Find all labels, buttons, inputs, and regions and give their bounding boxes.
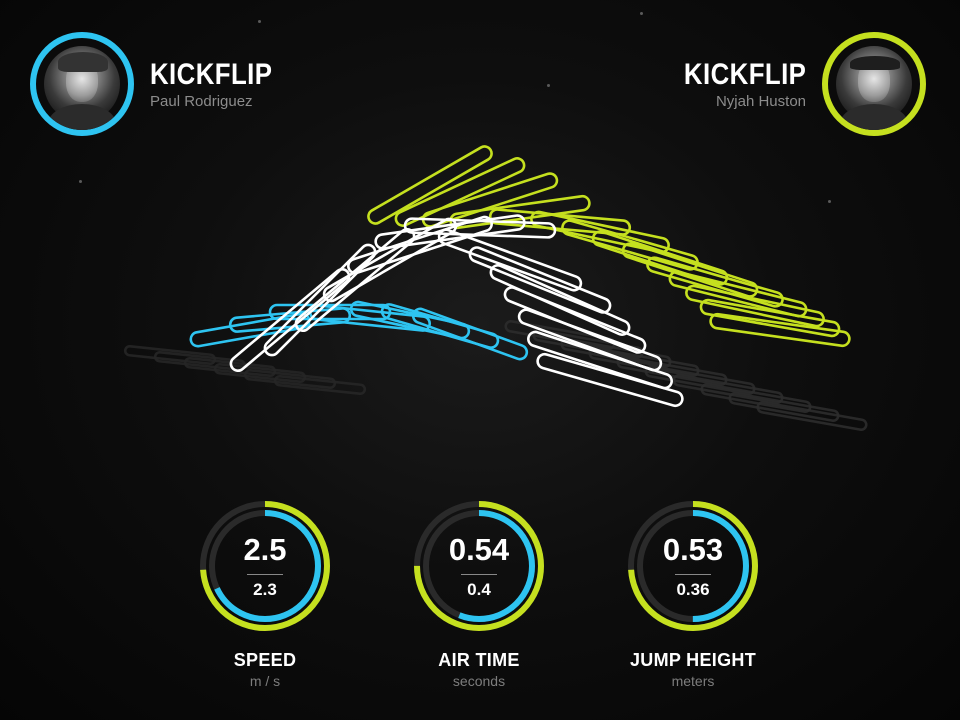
air-time-unit: seconds [452, 673, 506, 689]
skater-left-trick: KICKFLIP [150, 57, 273, 91]
air-time-value-primary: 0.54 [448, 532, 510, 567]
skater-right-avatar [822, 32, 926, 136]
metric-speed: 2.5 2.3 SPEED m / s [185, 500, 345, 689]
jump-height-value-secondary: 0.36 [676, 580, 710, 599]
metric-air-time: 0.54 0.4 AIR TIME seconds [399, 500, 559, 689]
air-time-label: AIR TIME [438, 650, 520, 670]
value-divider [675, 574, 711, 575]
jump-height-value-primary: 0.53 [662, 532, 724, 567]
speed-gauge: 2.5 2.3 [199, 500, 331, 632]
speed-value-primary: 2.5 [243, 532, 287, 567]
skater-left-name: Paul Rodriguez [150, 92, 253, 110]
speed-unit: m / s [249, 673, 281, 689]
value-divider [247, 574, 283, 575]
air-time-value-secondary: 0.4 [467, 580, 491, 599]
air-time-gauge: 0.54 0.4 [413, 500, 545, 632]
jump-height-gauge: 0.53 0.36 [627, 500, 759, 632]
white-board-outline [468, 246, 612, 314]
jump-height-label: JUMP HEIGHT [630, 650, 756, 670]
skater-right: KICKFLIP Nyjah Huston [648, 32, 926, 136]
jump-height-unit: meters [671, 673, 715, 689]
skater-left: KICKFLIP Paul Rodriguez [30, 32, 308, 136]
metric-jump-height: 0.53 0.36 JUMP HEIGHT meters [613, 500, 773, 689]
skater-right-trick: KICKFLIP [683, 57, 806, 91]
value-divider [461, 574, 497, 575]
skater-left-avatar [30, 32, 134, 136]
skater-right-name: Nyjah Huston [715, 92, 806, 110]
speed-value-secondary: 2.3 [253, 580, 277, 599]
speed-label: SPEED [233, 650, 297, 670]
